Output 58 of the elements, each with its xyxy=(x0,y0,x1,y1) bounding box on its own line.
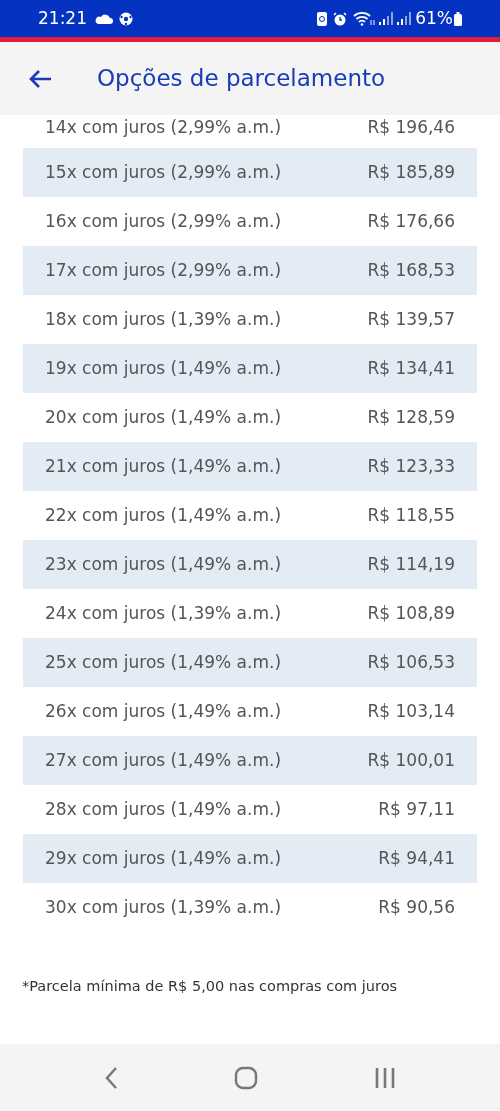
installment-label: 24x com juros (1,39% a.m.) xyxy=(45,601,282,625)
installment-row[interactable]: 23x com juros (1,49% a.m.) R$ 114,19 xyxy=(23,540,477,589)
installment-label: 19x com juros (1,49% a.m.) xyxy=(45,356,282,380)
installment-label: 16x com juros (2,99% a.m.) xyxy=(45,209,282,233)
wifi-icon xyxy=(353,11,376,26)
installment-amount: R$ 123,33 xyxy=(367,454,455,478)
clock: 21:21 xyxy=(38,6,87,30)
page-title: Opções de parcelamento xyxy=(97,64,386,94)
installment-row[interactable]: 21x com juros (1,49% a.m.) R$ 123,33 xyxy=(23,442,477,491)
installment-label: 23x com juros (1,49% a.m.) xyxy=(45,552,282,576)
back-chevron-icon xyxy=(104,1065,118,1090)
installment-label: 18x com juros (1,39% a.m.) xyxy=(45,307,282,331)
battery-icon xyxy=(454,11,462,26)
installment-amount: R$ 118,55 xyxy=(367,503,455,527)
installment-amount: R$ 100,01 xyxy=(367,748,455,772)
installment-label: 26x com juros (1,49% a.m.) xyxy=(45,699,282,723)
installment-label: 25x com juros (1,49% a.m.) xyxy=(45,650,282,674)
installment-amount: R$ 139,57 xyxy=(367,307,455,331)
installment-amount: R$ 114,19 xyxy=(367,552,455,576)
recents-icon xyxy=(374,1066,396,1089)
installment-amount: R$ 103,14 xyxy=(367,699,455,723)
installment-label: 20x com juros (1,49% a.m.) xyxy=(45,405,282,429)
installment-amount: R$ 128,59 xyxy=(367,405,455,429)
installment-amount: R$ 168,53 xyxy=(367,258,455,282)
home-icon xyxy=(234,1065,258,1090)
battery-percentage: 61% xyxy=(415,6,453,30)
installment-amount: R$ 106,53 xyxy=(367,650,455,674)
installment-amount: R$ 176,66 xyxy=(367,209,455,233)
installment-amount: R$ 94,41 xyxy=(378,846,455,870)
installment-label: 21x com juros (1,49% a.m.) xyxy=(45,454,282,478)
alarm-icon xyxy=(333,11,348,26)
installment-label: 15x com juros (2,99% a.m.) xyxy=(45,160,282,184)
installment-label: 28x com juros (1,49% a.m.) xyxy=(45,797,282,821)
installment-row[interactable]: 27x com juros (1,49% a.m.) R$ 100,01 xyxy=(23,736,477,785)
installment-label: 30x com juros (1,39% a.m.) xyxy=(45,895,282,919)
installment-label: 17x com juros (2,99% a.m.) xyxy=(45,258,282,282)
signal-icon xyxy=(397,12,412,25)
battery-saver-icon xyxy=(317,11,328,26)
installment-label: 14x com juros (2,99% a.m.) xyxy=(45,116,282,139)
cloud-icon xyxy=(95,13,113,24)
installment-label: 27x com juros (1,49% a.m.) xyxy=(45,748,282,772)
installment-label: 22x com juros (1,49% a.m.) xyxy=(45,503,282,527)
installment-row[interactable]: 19x com juros (1,49% a.m.) R$ 134,41 xyxy=(23,344,477,393)
signal-icon xyxy=(379,12,394,25)
installment-amount: R$ 108,89 xyxy=(367,601,455,625)
installment-row[interactable]: 29x com juros (1,49% a.m.) R$ 94,41 xyxy=(23,834,477,883)
ball-icon xyxy=(119,11,133,26)
installment-row[interactable]: 15x com juros (2,99% a.m.) R$ 185,89 xyxy=(23,148,477,197)
footnote: *Parcela mínima de R$ 5,00 nas compras com juros xyxy=(22,977,399,996)
installment-label: 29x com juros (1,49% a.m.) xyxy=(45,846,282,870)
installment-amount: R$ 134,41 xyxy=(367,356,455,380)
installment-amount: R$ 196,46 xyxy=(367,116,455,139)
installment-row[interactable]: 17x com juros (2,99% a.m.) R$ 168,53 xyxy=(23,246,477,295)
installment-row[interactable]: 25x com juros (1,49% a.m.) R$ 106,53 xyxy=(23,638,477,687)
installment-amount: R$ 185,89 xyxy=(367,160,455,184)
installment-amount: R$ 97,11 xyxy=(378,797,455,821)
installment-amount: R$ 90,56 xyxy=(378,895,455,919)
back-arrow-icon xyxy=(28,68,52,89)
